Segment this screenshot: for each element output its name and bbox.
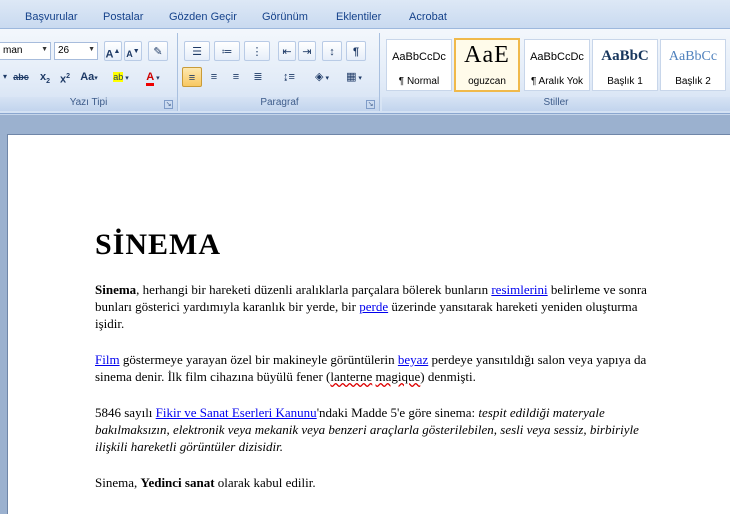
paragraph-4: Sinema, Yedinci sanat olarak kabul edili… bbox=[95, 475, 316, 490]
subscript-button[interactable]: x2 bbox=[36, 67, 54, 87]
ribbon: man ▼ 26 ▼ A▲ A▼ ✎ ▾ abc x2 x2 Aa▾ ab ▾ … bbox=[0, 28, 730, 114]
paragraph-group-label: Paragraf bbox=[180, 97, 379, 111]
document-title: SİNEMA bbox=[95, 228, 222, 261]
increase-indent-button[interactable]: ⇥ bbox=[298, 41, 316, 61]
paragraph-3: 5846 sayılı Fikir ve Sanat Eserleri Kanu… bbox=[95, 405, 639, 454]
paragraph-group: ☰ ≔ ⋮ ⇤ ⇥ ↕ ¶ ≡ ≡ ≡ ≣ ↨≡ ◈ ▾ ▦ ▾ Paragra… bbox=[180, 33, 380, 111]
style-aralik-yok[interactable]: AaBbCcDc ¶ Aralık Yok bbox=[524, 39, 590, 91]
sort-icon: ↕ bbox=[329, 46, 335, 58]
link-perde[interactable]: perde bbox=[359, 299, 388, 314]
paragraph-2: Film göstermeye yarayan özel bir makiney… bbox=[95, 352, 647, 384]
numbered-list-icon: ≔ bbox=[221, 46, 233, 58]
tab-acrobat[interactable]: Acrobat bbox=[409, 11, 447, 23]
borders-icon: ▦ bbox=[346, 71, 357, 83]
font-size-value: 26 bbox=[58, 45, 70, 56]
font-group-label: Yazı Tipi bbox=[0, 97, 177, 111]
change-case-button[interactable]: Aa▾ bbox=[78, 67, 100, 87]
clear-format-button[interactable]: ✎ bbox=[148, 41, 168, 61]
shading-button[interactable]: ◈ ▾ bbox=[308, 67, 336, 87]
align-right-button[interactable]: ≡ bbox=[226, 67, 246, 87]
tab-gozden-gecir[interactable]: Gözden Geçir bbox=[169, 11, 237, 23]
strikethrough-button[interactable]: abc bbox=[10, 67, 32, 87]
paint-bucket-icon: ◈ bbox=[315, 71, 324, 83]
shrink-font-button[interactable]: A▼ bbox=[124, 41, 142, 61]
font-name-combo[interactable]: man ▼ bbox=[0, 42, 51, 60]
multilevel-list-button[interactable]: ⋮ bbox=[244, 41, 270, 61]
bullets-button[interactable]: ☰ bbox=[184, 41, 210, 61]
grow-font-button[interactable]: A▲ bbox=[104, 41, 122, 61]
paragraph-1: Sinema, herhangi bir hareketi düzenli ar… bbox=[95, 282, 647, 331]
paragraph-dialog-launcher-icon[interactable]: ↘ bbox=[366, 100, 375, 109]
grow-font-icon: A bbox=[105, 48, 114, 61]
superscript-button[interactable]: x2 bbox=[56, 67, 74, 87]
style-baslik-1[interactable]: AaBbC Başlık 1 bbox=[592, 39, 658, 91]
align-left-button[interactable]: ≡ bbox=[182, 67, 202, 87]
link-resimlerini[interactable]: resimlerini bbox=[491, 282, 547, 297]
font-name-value: man bbox=[3, 45, 23, 56]
tab-postalar[interactable]: Postalar bbox=[103, 11, 143, 23]
link-fikir-ve-sanat-eserleri-kanunu[interactable]: Fikir ve Sanat Eserleri Kanunu bbox=[156, 405, 317, 420]
show-paragraph-marks-button[interactable]: ¶ bbox=[346, 41, 366, 61]
bullet-list-icon: ☰ bbox=[192, 46, 202, 58]
decrease-indent-button[interactable]: ⇤ bbox=[278, 41, 296, 61]
outdent-icon: ⇤ bbox=[282, 46, 292, 58]
borders-button[interactable]: ▦ ▾ bbox=[340, 67, 368, 87]
chevron-down-icon: ▼ bbox=[41, 46, 48, 53]
justify-button[interactable]: ≣ bbox=[248, 67, 268, 87]
line-spacing-icon: ↨≡ bbox=[283, 71, 295, 83]
tab-eklentiler[interactable]: Eklentiler bbox=[336, 11, 381, 23]
pilcrow-icon: ¶ bbox=[352, 46, 360, 58]
justify-icon: ≣ bbox=[253, 71, 263, 83]
chevron-down-icon: ▼ bbox=[88, 46, 95, 53]
ribbon-tab-bar: Başvurular Postalar Gözden Geçir Görünüm… bbox=[0, 0, 730, 28]
link-beyaz[interactable]: beyaz bbox=[398, 352, 428, 367]
styles-group: AaBbCcDc ¶ Normal AaE oguzcan AaBbCcDc ¶… bbox=[382, 33, 730, 111]
align-center-button[interactable]: ≡ bbox=[204, 67, 224, 87]
styles-group-label: Stiller bbox=[382, 97, 730, 111]
font-color-button[interactable]: A ▾ bbox=[140, 67, 166, 87]
align-right-icon: ≡ bbox=[232, 71, 240, 83]
font-size-combo[interactable]: 26 ▼ bbox=[54, 42, 98, 60]
tab-gorunum[interactable]: Görünüm bbox=[262, 11, 308, 23]
font-dialog-launcher-icon[interactable]: ↘ bbox=[164, 100, 173, 109]
style-normal[interactable]: AaBbCcDc ¶ Normal bbox=[386, 39, 452, 91]
spelling-error-magique: magique bbox=[375, 369, 421, 384]
link-film[interactable]: Film bbox=[95, 352, 120, 367]
multilevel-list-icon: ⋮ bbox=[251, 46, 263, 58]
indent-icon: ⇥ bbox=[302, 46, 312, 58]
style-baslik-2[interactable]: AaBbCc Başlık 2 bbox=[660, 39, 726, 91]
align-left-icon: ≡ bbox=[188, 72, 196, 84]
numbering-button[interactable]: ≔ bbox=[214, 41, 240, 61]
spelling-error-lanterne: lanterne bbox=[330, 369, 373, 384]
highlight-button[interactable]: ab ▾ bbox=[106, 67, 136, 87]
align-center-icon: ≡ bbox=[210, 71, 218, 83]
tab-basvurular[interactable]: Başvurular bbox=[25, 11, 78, 23]
line-spacing-button[interactable]: ↨≡ bbox=[276, 67, 302, 87]
sort-button[interactable]: ↕ bbox=[322, 41, 342, 61]
font-group: man ▼ 26 ▼ A▲ A▼ ✎ ▾ abc x2 x2 Aa▾ ab ▾ … bbox=[0, 33, 178, 111]
eraser-icon: ✎ bbox=[153, 46, 163, 58]
style-oguzcan[interactable]: AaE oguzcan bbox=[454, 38, 520, 92]
